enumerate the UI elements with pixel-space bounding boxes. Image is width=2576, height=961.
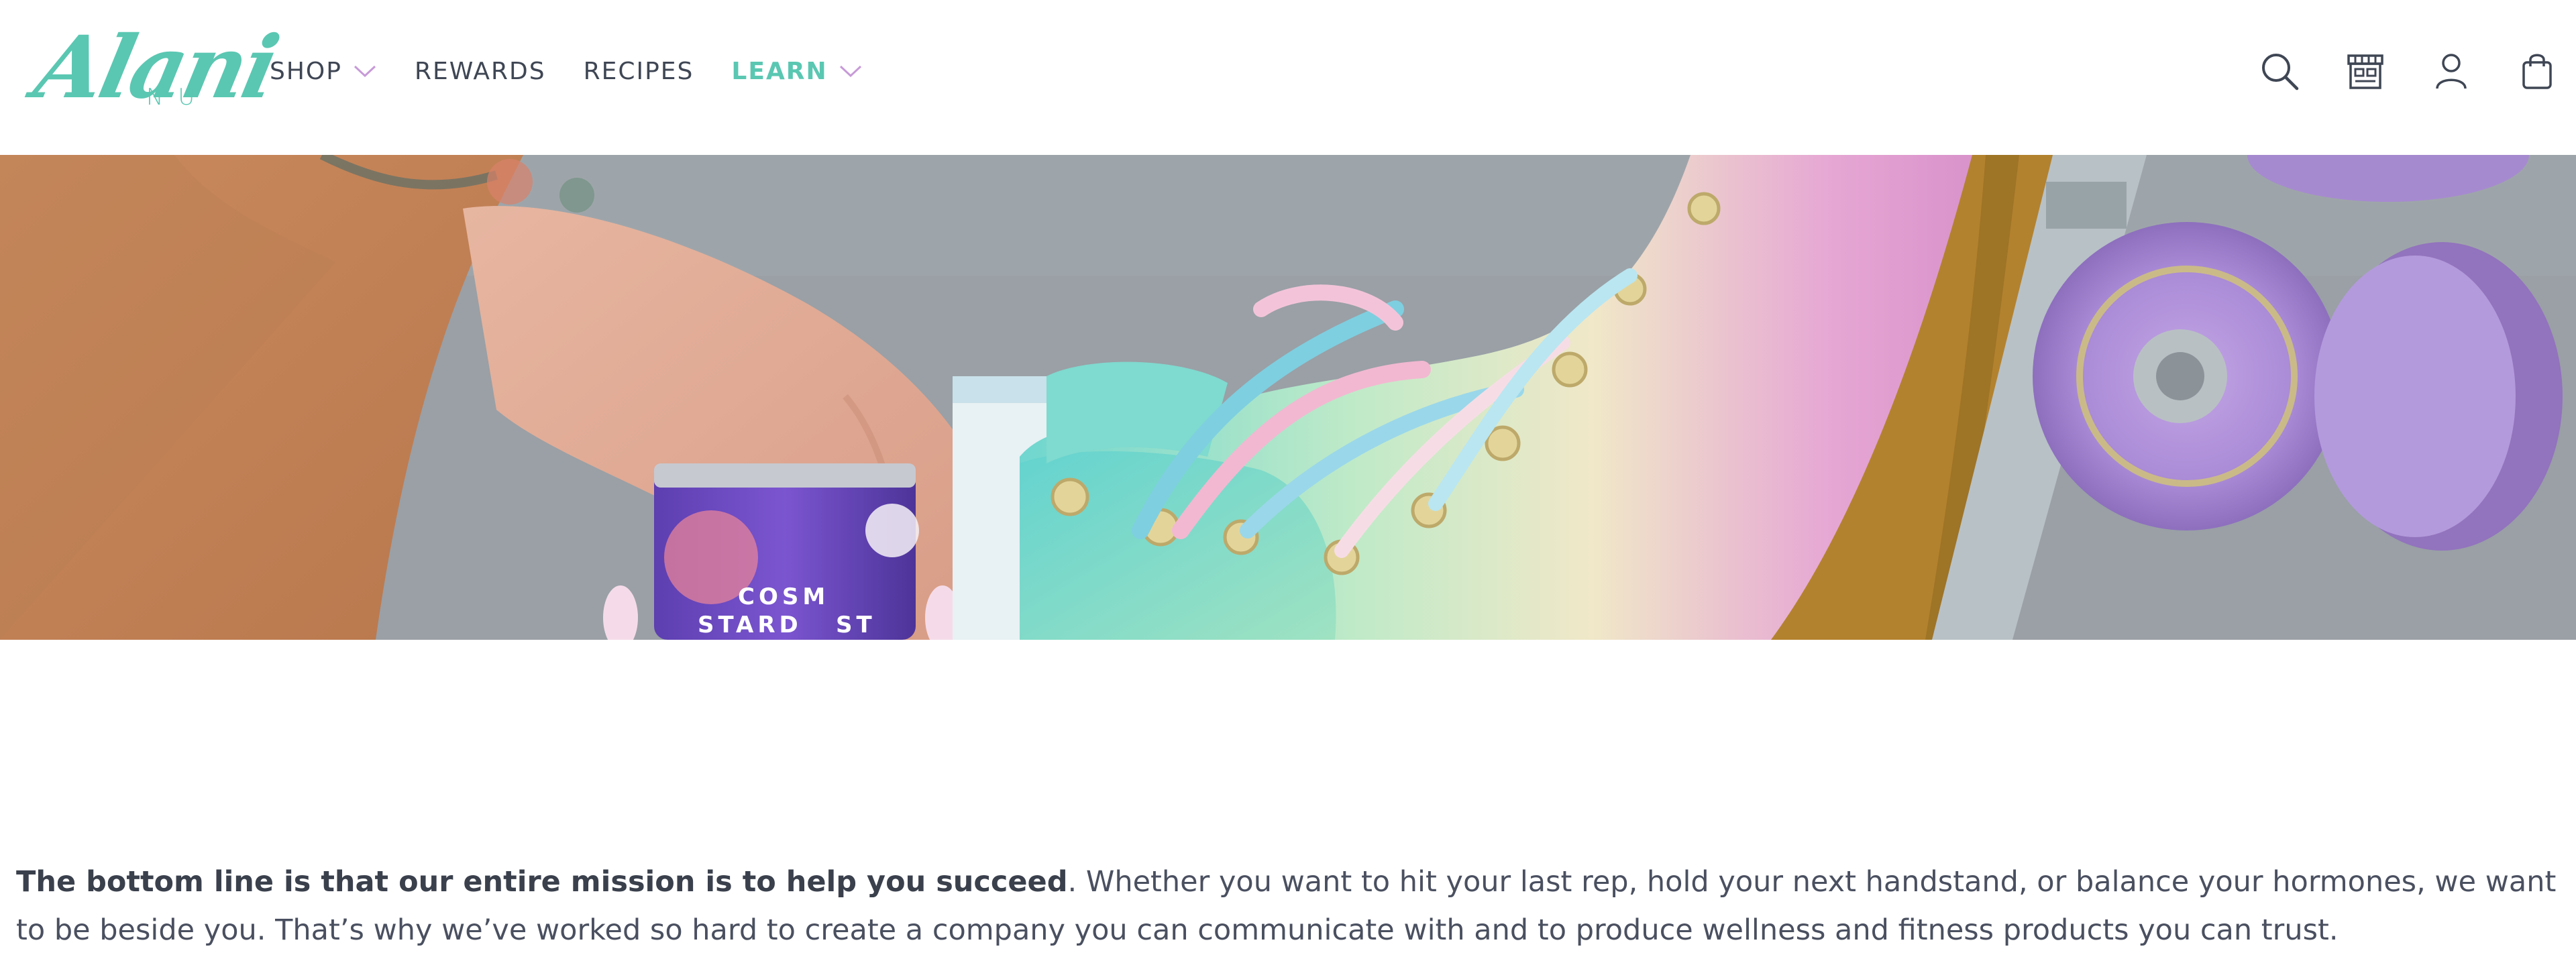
chevron-down-icon xyxy=(839,65,861,78)
search-button[interactable] xyxy=(2254,46,2305,97)
chevron-down-icon xyxy=(354,65,376,78)
search-icon xyxy=(2262,54,2299,91)
nav-item-label: SHOP xyxy=(270,57,342,85)
logo-subtext: NU xyxy=(146,84,210,111)
nav-item-shop[interactable]: SHOP xyxy=(270,58,377,85)
article-paragraph: The bottom line is that our entire missi… xyxy=(16,858,2565,954)
site-header: Alani NU SHOP REWARDS RECIPES LEARN xyxy=(0,0,2576,155)
nav-item-recipes[interactable]: RECIPES xyxy=(584,58,694,85)
header-actions xyxy=(2219,46,2563,97)
account-button[interactable] xyxy=(2426,46,2477,97)
hero-image: COSM STARD ST xyxy=(0,155,2576,640)
nav-item-label: RECIPES xyxy=(583,57,694,85)
hero-illustration: COSM STARD ST xyxy=(0,155,2576,640)
can-label-line1: COSM xyxy=(738,583,829,610)
store-locator-button[interactable] xyxy=(2340,46,2391,97)
nav-item-label: REWARDS xyxy=(414,57,546,85)
store-icon xyxy=(2347,54,2383,89)
account-icon xyxy=(2436,54,2467,89)
can-label-line2b: ST xyxy=(836,612,876,638)
cart-button[interactable] xyxy=(2512,46,2563,97)
main-nav: SHOP REWARDS RECIPES LEARN xyxy=(270,52,900,90)
nav-item-label: LEARN xyxy=(731,57,828,85)
nav-item-learn[interactable]: LEARN xyxy=(731,58,862,85)
brand-logo[interactable]: Alani NU xyxy=(27,17,284,125)
cart-bag-icon xyxy=(2522,54,2552,89)
can-label-line2: STARD xyxy=(698,612,802,638)
article-bold-lead: The bottom line is that our entire missi… xyxy=(16,865,1068,899)
nav-item-rewards[interactable]: REWARDS xyxy=(415,58,546,85)
